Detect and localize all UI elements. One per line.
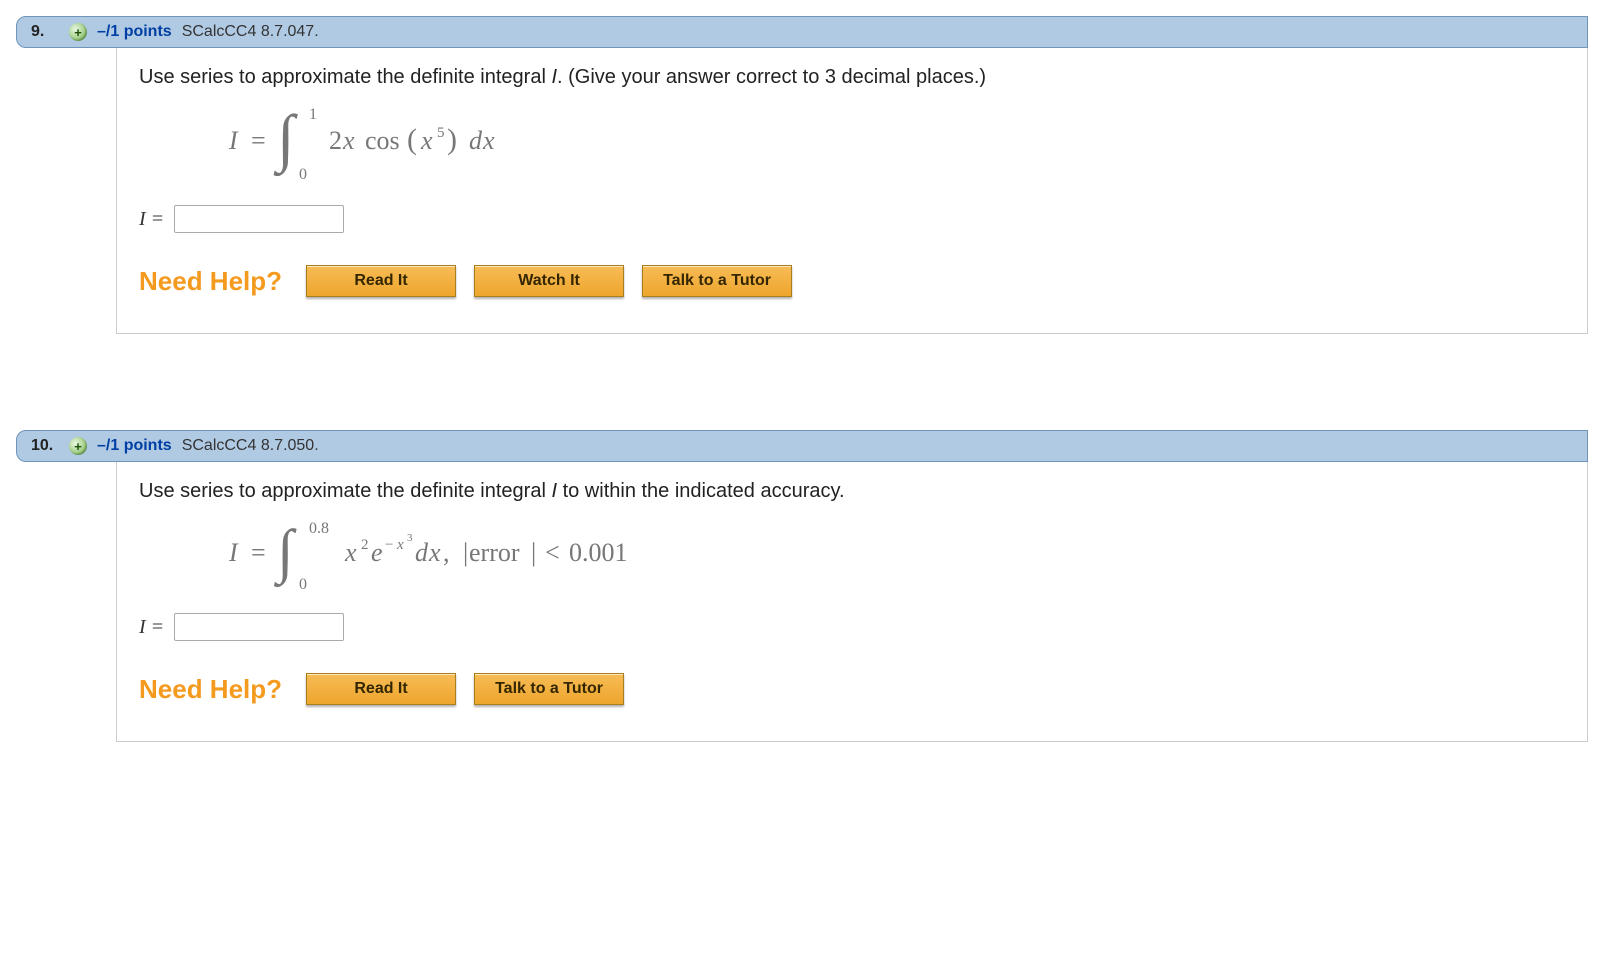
answer-input[interactable] <box>174 613 344 641</box>
svg-text:x: x <box>428 538 441 567</box>
svg-text:(: ( <box>407 123 417 156</box>
question-header: 10. + –/1 points SCalcCC4 8.7.050. <box>16 430 1588 462</box>
question-10: 10. + –/1 points SCalcCC4 8.7.050. Use s… <box>16 430 1588 742</box>
read-it-button[interactable]: Read It <box>306 265 456 297</box>
svg-text:∫: ∫ <box>273 102 298 177</box>
svg-text:x: x <box>482 126 495 155</box>
svg-text:I: I <box>229 126 239 155</box>
question-prompt: Use series to approximate the definite i… <box>139 66 1565 89</box>
svg-text:1: 1 <box>309 106 317 123</box>
svg-text:2: 2 <box>329 126 342 155</box>
svg-text:∫: ∫ <box>274 518 297 588</box>
points: –/1 points <box>97 437 172 455</box>
svg-text:−: − <box>385 537 393 553</box>
svg-text:x: x <box>420 126 433 155</box>
question-number: 10. <box>31 437 59 455</box>
read-it-button[interactable]: Read It <box>306 673 456 705</box>
answer-row: I = <box>139 613 1565 641</box>
question-number: 9. <box>31 23 59 41</box>
svg-text:|: | <box>463 538 468 567</box>
svg-text:0.8: 0.8 <box>309 520 329 537</box>
svg-text:3: 3 <box>407 532 413 544</box>
equation-image: I = ∫ 0.8 0 x 2 e − x 3 d x , | error | <box>229 511 1565 595</box>
talk-to-tutor-button[interactable]: Talk to a Tutor <box>474 673 624 705</box>
answer-input[interactable] <box>174 205 344 233</box>
help-row: Need Help? Read It Talk to a Tutor <box>139 673 1565 705</box>
svg-text:5: 5 <box>437 125 445 141</box>
problem-reference: SCalcCC4 8.7.047. <box>182 23 319 41</box>
svg-text:|: | <box>531 538 536 567</box>
svg-text:I: I <box>229 538 239 567</box>
svg-text:x: x <box>342 126 355 155</box>
svg-text:,: , <box>443 538 450 567</box>
svg-text:d: d <box>415 538 429 567</box>
svg-text:d: d <box>469 126 483 155</box>
question-body: Use series to approximate the definite i… <box>116 48 1588 334</box>
svg-text:error: error <box>469 538 520 567</box>
question-body: Use series to approximate the definite i… <box>116 462 1588 742</box>
svg-text:cos: cos <box>365 126 400 155</box>
svg-text:0.001: 0.001 <box>569 538 628 567</box>
svg-text:0: 0 <box>299 166 307 183</box>
svg-text:2: 2 <box>361 537 369 553</box>
plus-icon[interactable]: + <box>69 23 87 41</box>
question-prompt: Use series to approximate the definite i… <box>139 480 1565 503</box>
plus-icon[interactable]: + <box>69 437 87 455</box>
equation-image: I = ∫ 1 0 2 x cos ( x 5 ) d x <box>229 97 1565 187</box>
svg-text:x: x <box>396 537 404 553</box>
answer-label: I = <box>139 208 164 231</box>
talk-to-tutor-button[interactable]: Talk to a Tutor <box>642 265 792 297</box>
problem-reference: SCalcCC4 8.7.050. <box>182 437 319 455</box>
help-row: Need Help? Read It Watch It Talk to a Tu… <box>139 265 1565 297</box>
svg-text:): ) <box>447 123 457 156</box>
svg-text:x: x <box>344 538 357 567</box>
points: –/1 points <box>97 23 172 41</box>
need-help-label: Need Help? <box>139 674 282 705</box>
svg-text:0: 0 <box>299 576 307 593</box>
watch-it-button[interactable]: Watch It <box>474 265 624 297</box>
question-9: 9. + –/1 points SCalcCC4 8.7.047. Use se… <box>16 16 1588 334</box>
svg-text:=: = <box>251 538 266 567</box>
svg-text:e: e <box>371 538 383 567</box>
answer-label: I = <box>139 616 164 639</box>
svg-text:<: < <box>545 538 560 567</box>
question-header: 9. + –/1 points SCalcCC4 8.7.047. <box>16 16 1588 48</box>
answer-row: I = <box>139 205 1565 233</box>
need-help-label: Need Help? <box>139 266 282 297</box>
svg-text:=: = <box>251 126 266 155</box>
